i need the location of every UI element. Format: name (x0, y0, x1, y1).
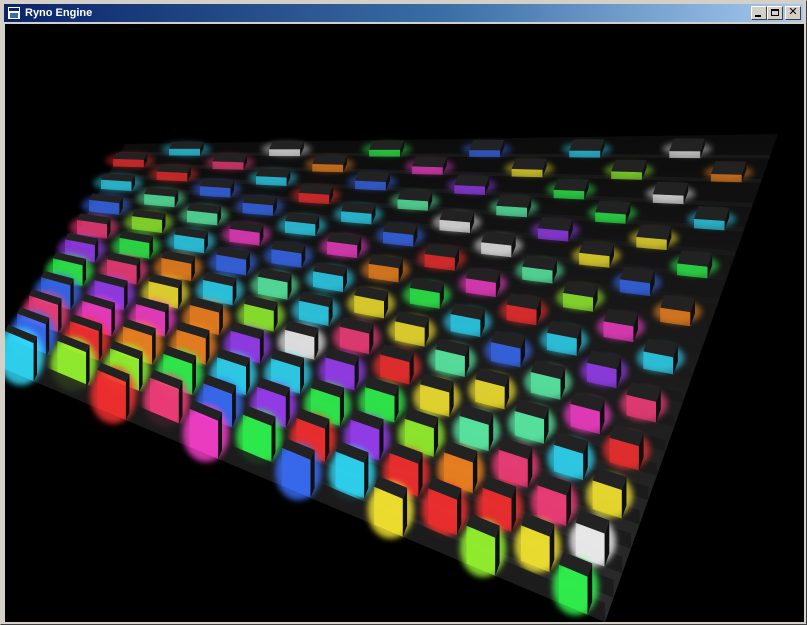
block-top-face (511, 158, 547, 170)
block-front-face (454, 185, 486, 195)
block-front-face (369, 149, 401, 157)
block-top-face (669, 138, 705, 152)
title-bar[interactable]: Ryno Engine ✕ (4, 4, 803, 22)
block-front-face (569, 150, 601, 158)
block-front-face (101, 179, 132, 191)
block-front-face (652, 194, 684, 205)
scene-canvas (5, 134, 778, 622)
maximize-icon (771, 9, 779, 16)
block-top-face (454, 175, 490, 187)
block-front-face (411, 166, 443, 175)
minimize-button[interactable] (751, 6, 767, 20)
app-window: Ryno Engine ✕ (0, 0, 807, 625)
block-front-face (169, 148, 200, 156)
block-top-face (636, 224, 672, 240)
block-front-face (469, 150, 501, 158)
close-button[interactable]: ✕ (785, 5, 801, 20)
application-icon[interactable] (7, 6, 21, 20)
block-front-face (611, 171, 643, 180)
block-side-face (86, 345, 90, 388)
block-side-face (45, 317, 50, 358)
block-top-face (611, 159, 647, 173)
block-front-face (156, 171, 188, 182)
render-viewport[interactable] (5, 24, 804, 622)
block-top-face (652, 181, 689, 196)
close-icon: ✕ (788, 5, 798, 18)
block-front-face (553, 189, 585, 200)
block-top-face (595, 200, 631, 215)
block-top-face (113, 152, 148, 160)
block-front-face (113, 158, 144, 168)
block-front-face (496, 205, 527, 218)
block-top-face (369, 140, 405, 150)
block-top-face (469, 139, 505, 151)
block-top-face (694, 206, 730, 221)
maximize-button[interactable] (767, 6, 783, 20)
block-top-face (496, 195, 532, 208)
block-top-face (212, 154, 248, 163)
block-front-face (312, 163, 344, 173)
block-top-face (269, 141, 304, 150)
block-front-face (212, 161, 244, 170)
block-front-face (255, 176, 287, 186)
block-front-face (710, 174, 742, 183)
block-front-face (298, 192, 330, 205)
block-front-face (511, 168, 543, 178)
block-top-face (411, 156, 447, 168)
block-front-face (199, 186, 231, 198)
window-controls: ✕ (751, 5, 801, 20)
staircase-floor (5, 134, 778, 622)
block-side-face (33, 336, 37, 382)
minimize-icon (755, 15, 761, 17)
block-top-face (710, 161, 747, 175)
block-side-face (125, 374, 130, 420)
block-front-face (269, 149, 301, 157)
block-front-face (669, 151, 701, 159)
block-top-face (569, 139, 605, 151)
block-top-face (355, 171, 390, 182)
block-top-face (553, 178, 589, 192)
block-front-face (355, 180, 386, 191)
block-top-face (312, 155, 347, 165)
block-top-face (255, 168, 291, 178)
window-title: Ryno Engine (25, 7, 93, 19)
block-top-face (169, 141, 204, 149)
